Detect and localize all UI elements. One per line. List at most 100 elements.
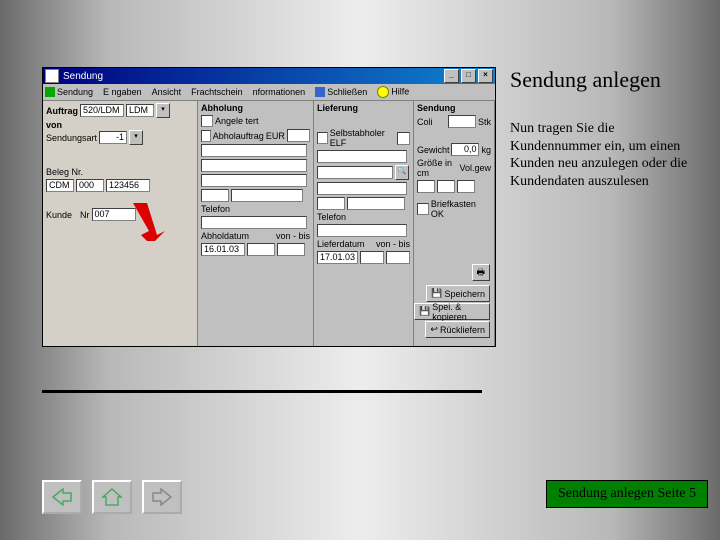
auftrag-dropdown[interactable]: ▾ xyxy=(156,103,170,118)
content-area: Auftrag 520/LDM LDM ▾ von Sendungsart -1… xyxy=(43,101,495,346)
lieferung-line2[interactable] xyxy=(317,166,393,179)
auftrag-input[interactable]: 520/LDM xyxy=(80,104,124,117)
lief-bis-input[interactable] xyxy=(386,251,410,264)
window-title: Sendung xyxy=(63,71,103,82)
auftrag-label: Auftrag xyxy=(46,106,78,116)
abholung-line3[interactable] xyxy=(201,174,307,187)
close-button[interactable]: × xyxy=(478,69,493,83)
lieferdatum-label: Lieferdatum xyxy=(317,239,365,249)
beleg-a-input[interactable]: CDM xyxy=(46,179,74,192)
eur-label: EUR xyxy=(266,131,285,141)
selbst-checkbox[interactable] xyxy=(317,132,328,144)
annotation-arrow xyxy=(127,201,167,241)
help-icon xyxy=(377,86,389,98)
lieferung-search-button[interactable]: 🔍 xyxy=(395,165,409,180)
abholung-ort[interactable] xyxy=(231,189,303,202)
lief-telefon-label: Telefon xyxy=(317,212,346,222)
groesse-label: Größe in cm xyxy=(417,158,458,178)
sendungsart-dropdown[interactable]: ▾ xyxy=(129,130,143,145)
nav-buttons xyxy=(42,480,182,514)
menu-schliessen[interactable]: Schließen xyxy=(315,87,367,98)
maximize-button[interactable]: □ xyxy=(461,69,476,83)
kg-label: kg xyxy=(481,145,491,155)
abh-vonbis-label: von - bis xyxy=(276,231,310,241)
volgew-label: Vol.gew xyxy=(459,163,491,173)
column-sendung: Sendung ColiStk Gewicht0,0kg Größe in cm… xyxy=(414,101,495,346)
lieferung-plz[interactable] xyxy=(317,197,345,210)
selbst-label: Selbstabholer ELF xyxy=(330,128,395,148)
groesse-l[interactable] xyxy=(417,180,435,193)
abh-telefon-label: Telefon xyxy=(201,204,230,214)
menu-eingaben[interactable]: E ngaben xyxy=(103,87,142,97)
coli-input[interactable] xyxy=(448,115,476,128)
nav-prev-button[interactable] xyxy=(42,480,82,514)
abholdatum-label: Abholdatum xyxy=(201,231,249,241)
minimize-button[interactable]: _ xyxy=(444,69,459,83)
brief-checkbox[interactable] xyxy=(417,203,429,215)
door-icon xyxy=(315,87,325,97)
beleg-c-input[interactable]: 123456 xyxy=(106,179,150,192)
arrow-left-icon xyxy=(51,488,73,506)
column-auftrag: Auftrag 520/LDM LDM ▾ von Sendungsart -1… xyxy=(43,101,198,346)
slide-title: Sendung anlegen xyxy=(510,67,661,93)
lief-telefon-input[interactable] xyxy=(317,224,407,237)
groesse-b[interactable] xyxy=(437,180,455,193)
beleg-label: Beleg Nr. xyxy=(46,167,83,177)
printer-icon: 🖶 xyxy=(477,265,486,281)
abholung-plz[interactable] xyxy=(201,189,229,202)
gewicht-input[interactable]: 0,0 xyxy=(451,143,479,156)
speichern-button[interactable]: 💾Speichern xyxy=(426,285,490,302)
eur-input[interactable] xyxy=(287,129,310,142)
app-icon xyxy=(45,69,59,83)
menu-sendung[interactable]: Sendung xyxy=(45,87,93,98)
nav-home-button[interactable] xyxy=(92,480,132,514)
menu-informationen[interactable]: nformationen xyxy=(253,87,306,97)
gewicht-label: Gewicht xyxy=(417,145,450,155)
brief-label: Briefkasten OK xyxy=(431,199,491,219)
lieferdatum-input[interactable]: 17.01.03 xyxy=(317,251,358,264)
save-icon: 💾 xyxy=(431,288,442,299)
lieferung-line1[interactable] xyxy=(317,150,407,163)
menu-ansicht[interactable]: Ansicht xyxy=(152,87,182,97)
abh-telefon-input[interactable] xyxy=(201,216,307,229)
kunde-nr-input[interactable]: 007 xyxy=(92,208,136,221)
lieferung-line3[interactable] xyxy=(317,182,407,195)
beleg-b-input[interactable]: 000 xyxy=(76,179,104,192)
lief-vonbis-label: von - bis xyxy=(376,239,410,249)
nav-next-button[interactable] xyxy=(142,480,182,514)
kunde-label: Kunde xyxy=(46,210,72,220)
sendungsart-input[interactable]: -1 xyxy=(99,131,127,144)
abholdatum-input[interactable]: 16.01.03 xyxy=(201,243,245,256)
slide-description: Nun tragen Sie die Kundennummer ein, um … xyxy=(510,120,690,190)
menu-frachtschein[interactable]: Frachtschein xyxy=(191,87,243,97)
column-abholung: Abholung Angele tert Abholauftrag EUR Te… xyxy=(198,101,314,346)
column-lieferung: Lieferung Selbstabholer ELF 🔍 Telefon Li… xyxy=(314,101,414,346)
selbst-input[interactable] xyxy=(397,132,410,145)
arrow-right-icon xyxy=(151,488,173,506)
titlebar: Sendung _ □ × xyxy=(43,68,495,84)
abholung-line2[interactable] xyxy=(201,159,307,172)
menu-hilfe[interactable]: Hilfe xyxy=(377,86,409,98)
lief-von-input[interactable] xyxy=(360,251,384,264)
abholung-line1[interactable] xyxy=(201,144,307,157)
lieferung-header: Lieferung xyxy=(317,103,410,113)
slide-footer: Sendung anlegen Seite 5 xyxy=(546,480,708,508)
angele-label: Angele tert xyxy=(215,116,259,126)
back-icon: ↩ xyxy=(430,324,438,335)
sendungsart-label: Sendungsart xyxy=(46,133,97,143)
home-icon xyxy=(101,487,123,507)
abh-von-input[interactable] xyxy=(247,243,275,256)
groesse-h[interactable] xyxy=(457,180,475,193)
abhol-label: Abholauftrag xyxy=(213,131,264,141)
rueckliefern-button[interactable]: ↩Rückliefern xyxy=(425,321,490,338)
print-button[interactable]: 🖶 xyxy=(472,264,491,281)
abhol-checkbox[interactable] xyxy=(201,130,211,142)
abh-bis-input[interactable] xyxy=(277,243,305,256)
kopieren-button[interactable]: 💾Spei. & kopieren xyxy=(414,303,490,320)
kunde-nr-label: Nr xyxy=(80,210,90,220)
angele-checkbox[interactable] xyxy=(201,115,213,127)
von-label: von xyxy=(46,120,194,130)
sendung-icon xyxy=(45,87,55,97)
auftrag-type-input[interactable]: LDM xyxy=(126,104,154,117)
lieferung-ort[interactable] xyxy=(347,197,405,210)
